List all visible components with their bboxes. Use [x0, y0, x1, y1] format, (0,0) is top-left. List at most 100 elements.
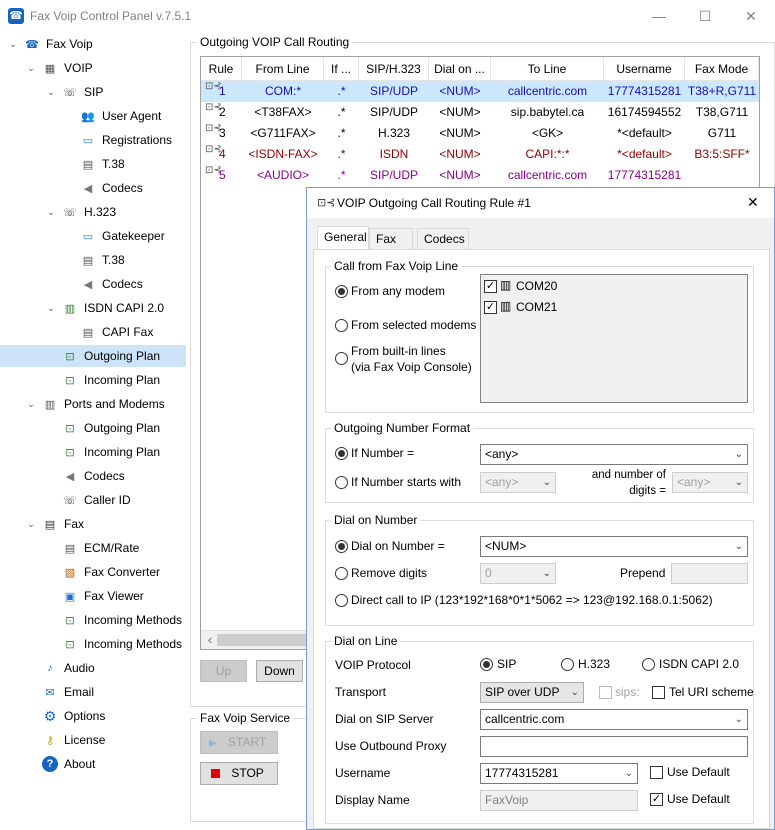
tree-item[interactable]: ▤ T.38 — [80, 153, 125, 175]
move-up-button[interactable]: Up — [200, 660, 247, 682]
modem-port-list[interactable]: ✓ ▥ COM20 ✓ ▥ COM21 — [480, 274, 748, 403]
scrollbar-thumb[interactable] — [217, 634, 307, 646]
tree-item[interactable]: ▤ T.38 — [80, 249, 125, 271]
com20-checkbox[interactable]: ✓ — [484, 280, 497, 293]
tree-expand-toggle[interactable]: ⌄ — [46, 303, 56, 313]
table-row[interactable]: ⊡⊰ 2 <T38FAX> .* SIP/UDP <NUM> sip.babytel.ca 1… — [201, 102, 759, 123]
routing-plan-icon: ⊡ — [65, 422, 75, 435]
table-row[interactable]: ⊡⊰ 5 <AUDIO> .* SIP/UDP <NUM> callcentric.com 1… — [201, 165, 759, 186]
tree-item[interactable]: ▭ Gatekeeper — [80, 225, 165, 247]
tree-item[interactable]: ⊡ Incoming Methods — [62, 633, 182, 655]
if-number-combo[interactable]: <any> ⌄ — [480, 444, 748, 465]
table-row[interactable]: ⊡⊰ 4 <ISDN-FAX> .* ISDN <NUM> CAPI:*:* *<defaul… — [201, 144, 759, 165]
tree-item[interactable]: ▣ Fax Viewer — [62, 585, 144, 607]
navigation-tree[interactable]: ⌄ ☎ Fax Voip ⌄ ▦ VOIP ⌄ ☏ SIP 👥 User Agent ▭ Registr… — [0, 32, 190, 830]
com21-checkbox[interactable]: ✓ — [484, 301, 497, 314]
tree-item[interactable]: ◀ Codecs — [80, 177, 143, 199]
tree-item[interactable]: ⊡ Outgoing Plan — [0, 345, 186, 367]
dial-on-number-radio[interactable] — [335, 540, 348, 553]
table-cell: 4 — [219, 147, 226, 161]
from-selected-modems-radio[interactable] — [335, 319, 348, 332]
tree-item[interactable]: ▤ Fax — [42, 513, 84, 535]
direct-ip-radio[interactable] — [335, 594, 348, 607]
table-row[interactable]: ⊡⊰ 3 <G711FAX> .* H.323 <NUM> <GK> *<default> G7… — [201, 123, 759, 144]
remove-digits-radio[interactable] — [335, 567, 348, 580]
column-header[interactable]: Dial on ... — [429, 57, 491, 81]
starts-with-combo[interactable]: <any> ⌄ — [480, 472, 556, 493]
tree-item[interactable]: ▥ ISDN CAPI 2.0 — [62, 297, 164, 319]
tree-item[interactable]: ◀ Codecs — [62, 465, 125, 487]
remove-digits-combo[interactable]: 0 ⌄ — [480, 563, 556, 584]
maximize-button[interactable]: ☐ — [682, 0, 728, 32]
isdn-protocol-radio[interactable] — [642, 658, 655, 671]
gatekeeper-icon: ▭ — [82, 230, 94, 243]
username-use-default-checkbox[interactable] — [650, 766, 663, 779]
prepend-input[interactable] — [671, 563, 748, 584]
column-header[interactable]: Rule — [201, 57, 242, 81]
column-header[interactable]: If ... — [324, 57, 359, 81]
tree-item[interactable]: ▤ ECM/Rate — [62, 537, 140, 559]
tree-item[interactable]: ? About — [42, 753, 95, 775]
from-builtin-lines-radio[interactable] — [335, 352, 348, 365]
digits-combo[interactable]: <any> ⌄ — [672, 472, 748, 493]
tree-expand-toggle[interactable]: ⌄ — [26, 399, 36, 409]
tree-item[interactable]: ⚙ Options — [42, 705, 106, 727]
tree-item[interactable]: ⊡ Incoming Plan — [62, 369, 160, 391]
tel-uri-checkbox[interactable] — [652, 686, 665, 699]
username-combo[interactable]: 17774315281 ⌄ — [480, 763, 638, 784]
tab-fax[interactable]: Fax — [369, 228, 413, 250]
outbound-proxy-input[interactable] — [480, 736, 748, 757]
sip-server-combo[interactable]: callcentric.com ⌄ — [480, 709, 748, 730]
h323-protocol-radio[interactable] — [561, 658, 574, 671]
if-starts-with-radio[interactable] — [335, 476, 348, 489]
from-any-modem-radio[interactable] — [335, 285, 348, 298]
tree-item[interactable]: ▥ Ports and Modems — [42, 393, 165, 415]
tree-item[interactable]: ✉ Email — [42, 681, 94, 703]
tree-item[interactable]: ♪ Audio — [42, 657, 94, 679]
tree-item[interactable]: ☏ H.323 — [62, 201, 116, 223]
tree-item[interactable]: ⊡ Outgoing Plan — [62, 417, 160, 439]
close-button[interactable]: ✕ — [728, 0, 774, 32]
tab-codecs[interactable]: Codecs — [417, 228, 469, 250]
start-service-button[interactable]: ▶ START — [200, 731, 278, 754]
tree-item[interactable]: ◀ Codecs — [80, 273, 143, 295]
tree-item[interactable]: ▧ Fax Converter — [62, 561, 160, 583]
tree-item[interactable]: ⚷ License — [42, 729, 105, 751]
tree-expand-toggle[interactable]: ⌄ — [46, 207, 56, 217]
column-header[interactable]: SIP/H.323 — [359, 57, 429, 81]
tree-expand-toggle[interactable]: ⌄ — [8, 39, 18, 49]
move-down-button[interactable]: Down — [256, 660, 303, 682]
table-row[interactable]: ⊡⊰ 1 COM:* .* SIP/UDP <NUM> callcentric.com 177… — [201, 81, 759, 102]
tree-item[interactable]: ▦ VOIP — [42, 57, 93, 79]
table-cell: <NUM> — [439, 126, 481, 140]
tree-item[interactable]: ☏ SIP — [62, 81, 103, 103]
display-name-use-default-checkbox[interactable]: ✓ — [650, 793, 663, 806]
tree-item[interactable]: 👥 User Agent — [80, 105, 161, 127]
minimize-button[interactable]: — — [636, 0, 682, 32]
tree-expand-toggle[interactable]: ⌄ — [26, 63, 36, 73]
column-header[interactable]: Fax Mode — [685, 57, 759, 81]
stop-service-button[interactable]: STOP — [200, 762, 278, 785]
dial-on-number-combo[interactable]: <NUM> ⌄ — [480, 536, 748, 557]
scroll-left-arrow-icon[interactable]: ‹ — [204, 632, 216, 648]
tab-general[interactable]: General — [317, 226, 369, 250]
tree-item[interactable]: ☎ Fax Voip — [24, 33, 93, 55]
dialog-close-button[interactable]: ✕ — [747, 194, 759, 211]
tree-item-label: Fax Converter — [84, 565, 161, 579]
tree-expand-toggle[interactable]: ⌄ — [26, 519, 36, 529]
if-number-radio[interactable] — [335, 447, 348, 460]
sips-checkbox[interactable] — [599, 686, 612, 699]
column-header[interactable]: Username — [604, 57, 685, 81]
transport-combo[interactable]: SIP over UDP ⌄ — [480, 682, 584, 703]
display-name-input[interactable]: FaxVoip — [480, 790, 638, 811]
tree-item[interactable]: ▤ CAPI Fax — [80, 321, 154, 343]
tree-item[interactable]: ⊡ Incoming Methods — [62, 609, 182, 631]
tree-item[interactable]: ▭ Registrations — [80, 129, 172, 151]
tree-item[interactable]: ⊡ Incoming Plan — [62, 441, 160, 463]
column-header[interactable]: From Line — [242, 57, 324, 81]
transport-value: SIP over UDP — [485, 685, 560, 699]
tree-item[interactable]: ☏ Caller ID — [62, 489, 131, 511]
column-header[interactable]: To Line — [491, 57, 604, 81]
sip-protocol-radio[interactable] — [480, 658, 493, 671]
tree-expand-toggle[interactable]: ⌄ — [46, 87, 56, 97]
